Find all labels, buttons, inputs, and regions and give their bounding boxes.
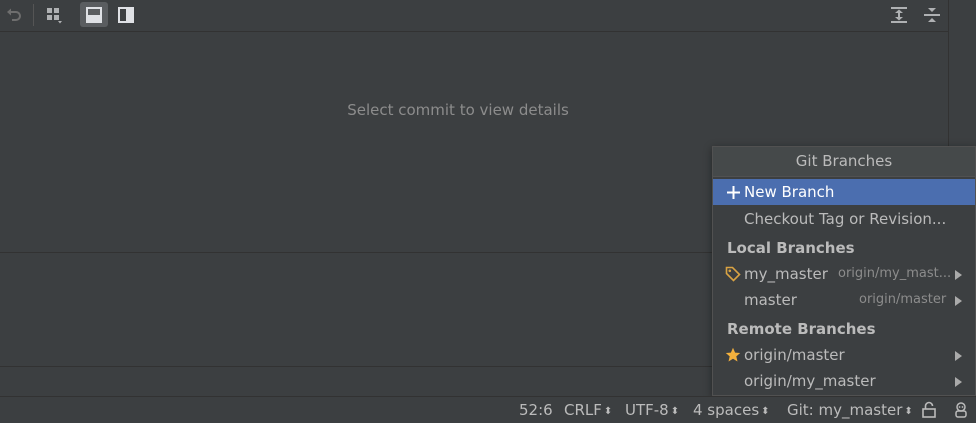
line-separator-widget[interactable]: CRLF ⬍ bbox=[564, 401, 612, 419]
new-branch-item[interactable]: New Branch bbox=[713, 179, 975, 205]
line-separator-label: CRLF bbox=[564, 401, 602, 419]
group-by-icon[interactable] bbox=[40, 2, 68, 27]
chevron-updown-icon: ⬍ bbox=[670, 406, 680, 417]
submenu-arrow-icon bbox=[955, 377, 962, 387]
indent-widget[interactable]: 4 spaces ⬍ bbox=[693, 401, 770, 419]
branch-name: master bbox=[744, 291, 797, 309]
expand-all-icon[interactable] bbox=[885, 2, 913, 27]
submenu-arrow-icon bbox=[955, 296, 962, 306]
checkout-tag-item[interactable]: Checkout Tag or Revision... bbox=[713, 206, 975, 232]
plus-icon bbox=[725, 179, 741, 205]
branch-item-origin-my-master[interactable]: origin/my_master bbox=[713, 368, 975, 394]
branch-item-master[interactable]: master origin/master bbox=[713, 287, 975, 313]
branch-name: origin/my_master bbox=[744, 372, 876, 390]
chevron-updown-icon: ⬍ bbox=[761, 406, 770, 417]
git-branches-popup: Git Branches New Branch Checkout Tag or … bbox=[712, 146, 976, 396]
encoding-widget[interactable]: UTF-8 ⬍ bbox=[625, 401, 679, 419]
branch-item-origin-master[interactable]: origin/master bbox=[713, 342, 975, 368]
inspector-icon[interactable] bbox=[952, 401, 970, 423]
status-bar: 52:6 CRLF ⬍ UTF-8 ⬍ 4 spaces ⬍ Git: my_mast… bbox=[0, 396, 976, 423]
tracking-branch: origin/my_mast... bbox=[838, 266, 952, 281]
local-branches-header: Local Branches bbox=[727, 239, 855, 257]
caret-position[interactable]: 52:6 bbox=[519, 401, 553, 419]
empty-details-text: Select commit to view details bbox=[347, 101, 569, 119]
branch-item-my-master[interactable]: my_master origin/my_mast... bbox=[713, 261, 975, 287]
popup-title: Git Branches bbox=[713, 147, 975, 177]
toolbar-separator bbox=[33, 4, 34, 26]
indent-label: 4 spaces bbox=[693, 401, 760, 419]
undo-icon[interactable] bbox=[0, 2, 28, 27]
chevron-updown-icon: ⬍ bbox=[904, 406, 913, 417]
chevron-updown-icon: ⬍ bbox=[603, 406, 613, 417]
star-icon bbox=[725, 342, 741, 368]
remote-branches-header: Remote Branches bbox=[727, 320, 876, 338]
layout-horizontal-icon[interactable] bbox=[80, 2, 108, 27]
tag-icon bbox=[725, 261, 741, 287]
branch-name: my_master bbox=[744, 265, 828, 283]
submenu-arrow-icon bbox=[955, 270, 962, 280]
git-branch-widget[interactable]: Git: my_master ⬍ bbox=[787, 401, 913, 419]
git-branch-label: Git: my_master bbox=[787, 401, 903, 419]
new-branch-label: New Branch bbox=[744, 183, 835, 201]
collapse-all-icon[interactable] bbox=[918, 2, 946, 27]
tracking-branch: origin/master bbox=[859, 292, 947, 307]
log-toolbar bbox=[0, 0, 948, 32]
lock-icon[interactable] bbox=[921, 401, 937, 422]
checkout-tag-label: Checkout Tag or Revision... bbox=[744, 210, 947, 228]
encoding-label: UTF-8 bbox=[625, 401, 669, 419]
submenu-arrow-icon bbox=[955, 351, 962, 361]
branch-name: origin/master bbox=[744, 346, 845, 364]
layout-vertical-icon[interactable] bbox=[112, 2, 140, 27]
